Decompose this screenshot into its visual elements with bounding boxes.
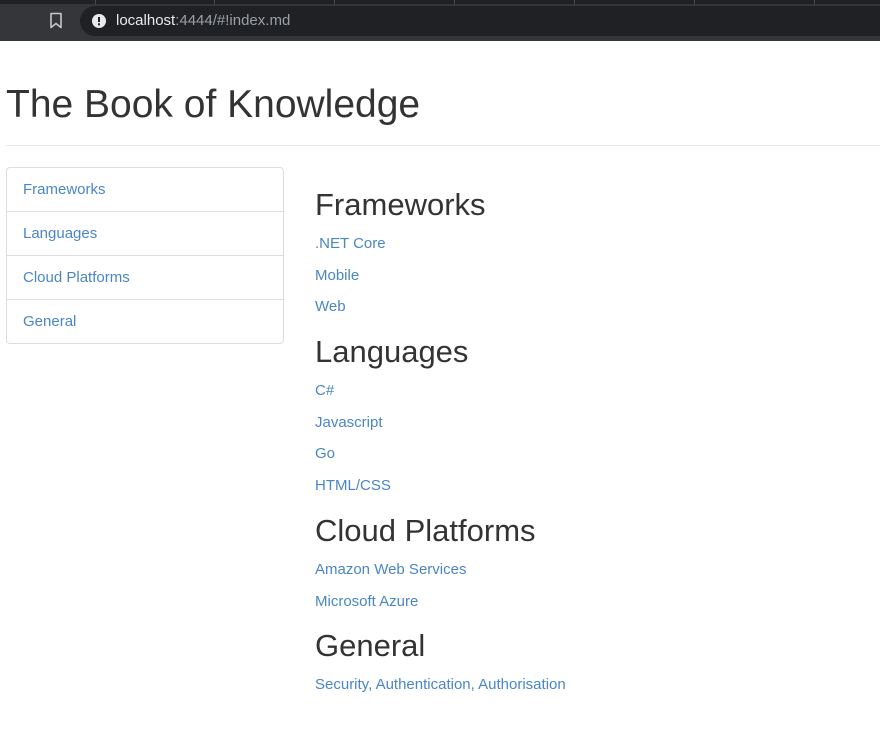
sidebar-item-general[interactable]: General <box>7 299 283 343</box>
section-heading: Frameworks <box>315 187 486 222</box>
tab-strip <box>0 0 880 4</box>
link-html-css[interactable]: HTML/CSS <box>315 470 875 502</box>
section-frameworks: Frameworks .NET Core Mobile Web <box>315 182 875 323</box>
section-general: General Security, Authentication, Author… <box>315 623 875 701</box>
sidebar-item-cloud-platforms[interactable]: Cloud Platforms <box>7 255 283 299</box>
link-go[interactable]: Go <box>315 438 875 470</box>
sidebar-item-frameworks[interactable]: Frameworks <box>7 168 283 211</box>
section-heading: General <box>315 628 426 664</box>
browser-toolbar: localhost:4444/#!index.md <box>0 0 880 41</box>
url-path: :4444/#!index.md <box>175 12 291 29</box>
link-csharp[interactable]: C# <box>315 375 875 407</box>
link-net-core[interactable]: .NET Core <box>315 228 875 260</box>
url-text[interactable]: localhost:4444/#!index.md <box>116 12 290 30</box>
link-web[interactable]: Web <box>315 291 875 323</box>
bookmark-icon[interactable] <box>49 12 63 29</box>
sidebar-item-languages[interactable]: Languages <box>7 211 283 255</box>
section-cloud-platforms: Cloud Platforms Amazon Web Services Micr… <box>315 508 875 617</box>
url-host: localhost <box>116 12 176 29</box>
main-content: Frameworks .NET Core Mobile Web Language… <box>315 182 875 707</box>
section-languages: Languages C# Javascript Go HTML/CSS <box>315 329 875 502</box>
link-aws[interactable]: Amazon Web Services <box>315 554 875 586</box>
link-security[interactable]: Security, Authentication, Authorisation <box>315 669 875 701</box>
info-icon[interactable] <box>92 14 106 28</box>
link-azure[interactable]: Microsoft Azure <box>315 586 875 618</box>
address-bar[interactable]: localhost:4444/#!index.md <box>80 6 880 36</box>
section-heading: Languages <box>315 334 469 370</box>
sidebar-nav: Frameworks Languages Cloud Platforms Gen… <box>6 167 284 344</box>
title-divider <box>6 145 880 146</box>
section-heading: Cloud Platforms <box>315 512 536 548</box>
page-title: The Book of Knowledge <box>6 83 421 126</box>
link-javascript[interactable]: Javascript <box>315 407 875 439</box>
link-mobile[interactable]: Mobile <box>315 260 875 292</box>
